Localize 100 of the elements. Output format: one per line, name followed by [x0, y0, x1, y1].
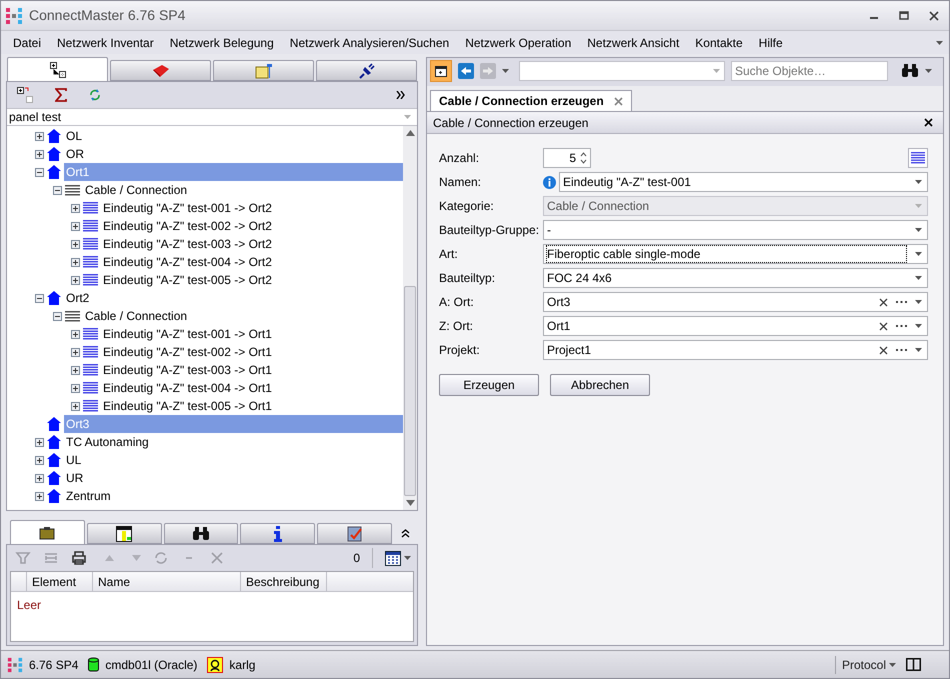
expand-icon[interactable] [35, 150, 44, 158]
close-icon[interactable] [929, 10, 939, 20]
tree-item[interactable]: Eindeutig "A-Z" test-004 -> Ort2 [101, 253, 403, 271]
dropdown-field[interactable]: Fiberoptic cable single-mode [543, 244, 928, 264]
view-dropdown-button[interactable] [385, 550, 411, 566]
menu-item[interactable]: Hilfe [750, 32, 791, 54]
tab[interactable] [10, 520, 85, 544]
dropdown-arrow-icon[interactable] [889, 662, 896, 666]
tree-item[interactable]: UL [64, 451, 403, 469]
list-view-button[interactable] [908, 148, 928, 168]
lookup-field[interactable]: Ort1 [543, 316, 928, 336]
tree-item[interactable]: Eindeutig "A-Z" test-002 -> Ort2 [101, 217, 403, 235]
clear-icon[interactable] [879, 322, 888, 330]
menu-item[interactable]: Netzwerk Operation [457, 32, 580, 54]
tree-item[interactable]: Cable / Connection [83, 307, 403, 325]
maximize-icon[interactable] [899, 10, 909, 20]
expand-icon[interactable] [71, 222, 80, 230]
expand-icon[interactable] [71, 348, 80, 356]
filter-dropdown[interactable]: panel test [7, 108, 417, 126]
tab[interactable] [316, 60, 417, 81]
dropdown-arrow-icon[interactable] [404, 556, 411, 560]
tab[interactable] [7, 57, 108, 81]
tab[interactable] [86, 523, 162, 544]
dialog-button[interactable]: Erzeugen [439, 374, 539, 396]
tree-item[interactable]: Eindeutig "A-Z" test-001 -> Ort1 [101, 325, 403, 343]
clear-icon[interactable] [879, 346, 888, 354]
dropdown-arrow-icon[interactable] [502, 69, 509, 73]
expand-icon[interactable] [71, 384, 80, 392]
menu-item[interactable]: Netzwerk Belegung [162, 32, 282, 54]
collapse-icon[interactable] [53, 186, 62, 194]
lookup-field[interactable]: Project1 [543, 340, 928, 360]
column-header[interactable]: Beschreibung [241, 572, 327, 591]
tree-icon[interactable] [17, 87, 33, 103]
expand-icon[interactable] [35, 492, 44, 500]
tree-item[interactable]: Eindeutig "A-Z" test-003 -> Ort1 [101, 361, 403, 379]
clear-icon[interactable] [879, 298, 888, 306]
menu-item[interactable]: Datei [5, 32, 50, 54]
tree-item[interactable]: Eindeutig "A-Z" test-003 -> Ort2 [101, 235, 403, 253]
printer-icon[interactable] [71, 550, 87, 566]
collapse-icon[interactable] [35, 294, 44, 302]
tree-item[interactable]: Eindeutig "A-Z" test-005 -> Ort2 [101, 271, 403, 289]
dropdown-arrow-icon[interactable] [925, 69, 932, 73]
expand-icon[interactable] [71, 402, 80, 410]
sigma-icon[interactable] [55, 88, 67, 102]
collapse-icon[interactable] [35, 168, 44, 176]
expand-icon[interactable] [71, 258, 80, 266]
menu-item[interactable]: Netzwerk Ansicht [579, 32, 688, 54]
menu-overflow-icon[interactable] [936, 40, 943, 44]
tab[interactable] [240, 523, 316, 544]
close-icon[interactable] [924, 118, 933, 127]
menu-item[interactable]: Kontakte [687, 32, 751, 54]
spinner-arrows-icon[interactable] [580, 152, 587, 164]
tree-item[interactable]: OL [64, 127, 403, 145]
dropdown-arrow-icon[interactable] [915, 228, 922, 232]
expand-icon[interactable] [71, 276, 80, 284]
search-field[interactable]: Suche Objekte… [731, 61, 888, 81]
dropdown-field[interactable]: - [543, 220, 928, 240]
window-button[interactable] [430, 60, 452, 82]
dropdown-arrow-icon[interactable] [915, 324, 922, 328]
expand-icon[interactable] [35, 456, 44, 464]
collapse-icon[interactable] [53, 312, 62, 320]
scroll-down-icon[interactable] [406, 500, 414, 506]
column-header[interactable]: Element [27, 572, 93, 591]
tree-item[interactable]: Eindeutig "A-Z" test-001 -> Ort2 [101, 199, 403, 217]
document-tab[interactable]: Cable / Connection erzeugen [430, 90, 632, 111]
expand-icon[interactable] [35, 438, 44, 446]
tree-item[interactable]: Cable / Connection [83, 181, 403, 199]
tree-item[interactable]: UR [64, 469, 403, 487]
dialog-button[interactable]: Abbrechen [550, 374, 650, 396]
dropdown-arrow-icon[interactable] [915, 180, 922, 184]
column-header[interactable]: Name [93, 572, 241, 591]
menu-item[interactable]: Netzwerk Inventar [49, 32, 162, 54]
tree-item[interactable]: Eindeutig "A-Z" test-005 -> Ort1 [101, 397, 403, 415]
scrollbar[interactable] [403, 126, 417, 510]
expand-icon[interactable] [71, 366, 80, 374]
tree-item[interactable]: OR [64, 145, 403, 163]
more-icon[interactable] [896, 300, 907, 304]
expand-icon[interactable] [71, 204, 80, 212]
tab[interactable] [317, 523, 392, 544]
tree-item[interactable]: Eindeutig "A-Z" test-002 -> Ort1 [101, 343, 403, 361]
more-icon[interactable] [896, 324, 907, 328]
tree-item[interactable]: TC Autonaming [64, 433, 403, 451]
expand-icon[interactable] [35, 132, 44, 140]
number-field[interactable]: 5 [543, 148, 591, 168]
protocol-button[interactable]: Protocol [842, 656, 896, 674]
dropdown-arrow-icon[interactable] [915, 276, 922, 280]
collapse-up-icon[interactable] [401, 528, 410, 538]
chevrons-right-icon[interactable] [396, 91, 405, 99]
book-icon[interactable] [906, 658, 921, 671]
menu-item[interactable]: Netzwerk Analysieren/Suchen [282, 32, 458, 54]
more-icon[interactable] [896, 348, 907, 352]
tree-item[interactable]: Zentrum [64, 487, 403, 505]
scroll-up-icon[interactable] [406, 130, 414, 136]
binoculars-icon[interactable] [901, 64, 919, 78]
lookup-field[interactable]: Ort3 [543, 292, 928, 312]
tab[interactable] [164, 523, 238, 544]
tree-item[interactable]: Eindeutig "A-Z" test-004 -> Ort1 [101, 379, 403, 397]
dropdown-arrow-icon[interactable] [915, 348, 922, 352]
expand-icon[interactable] [35, 474, 44, 482]
dropdown-arrow-icon[interactable] [915, 252, 922, 256]
